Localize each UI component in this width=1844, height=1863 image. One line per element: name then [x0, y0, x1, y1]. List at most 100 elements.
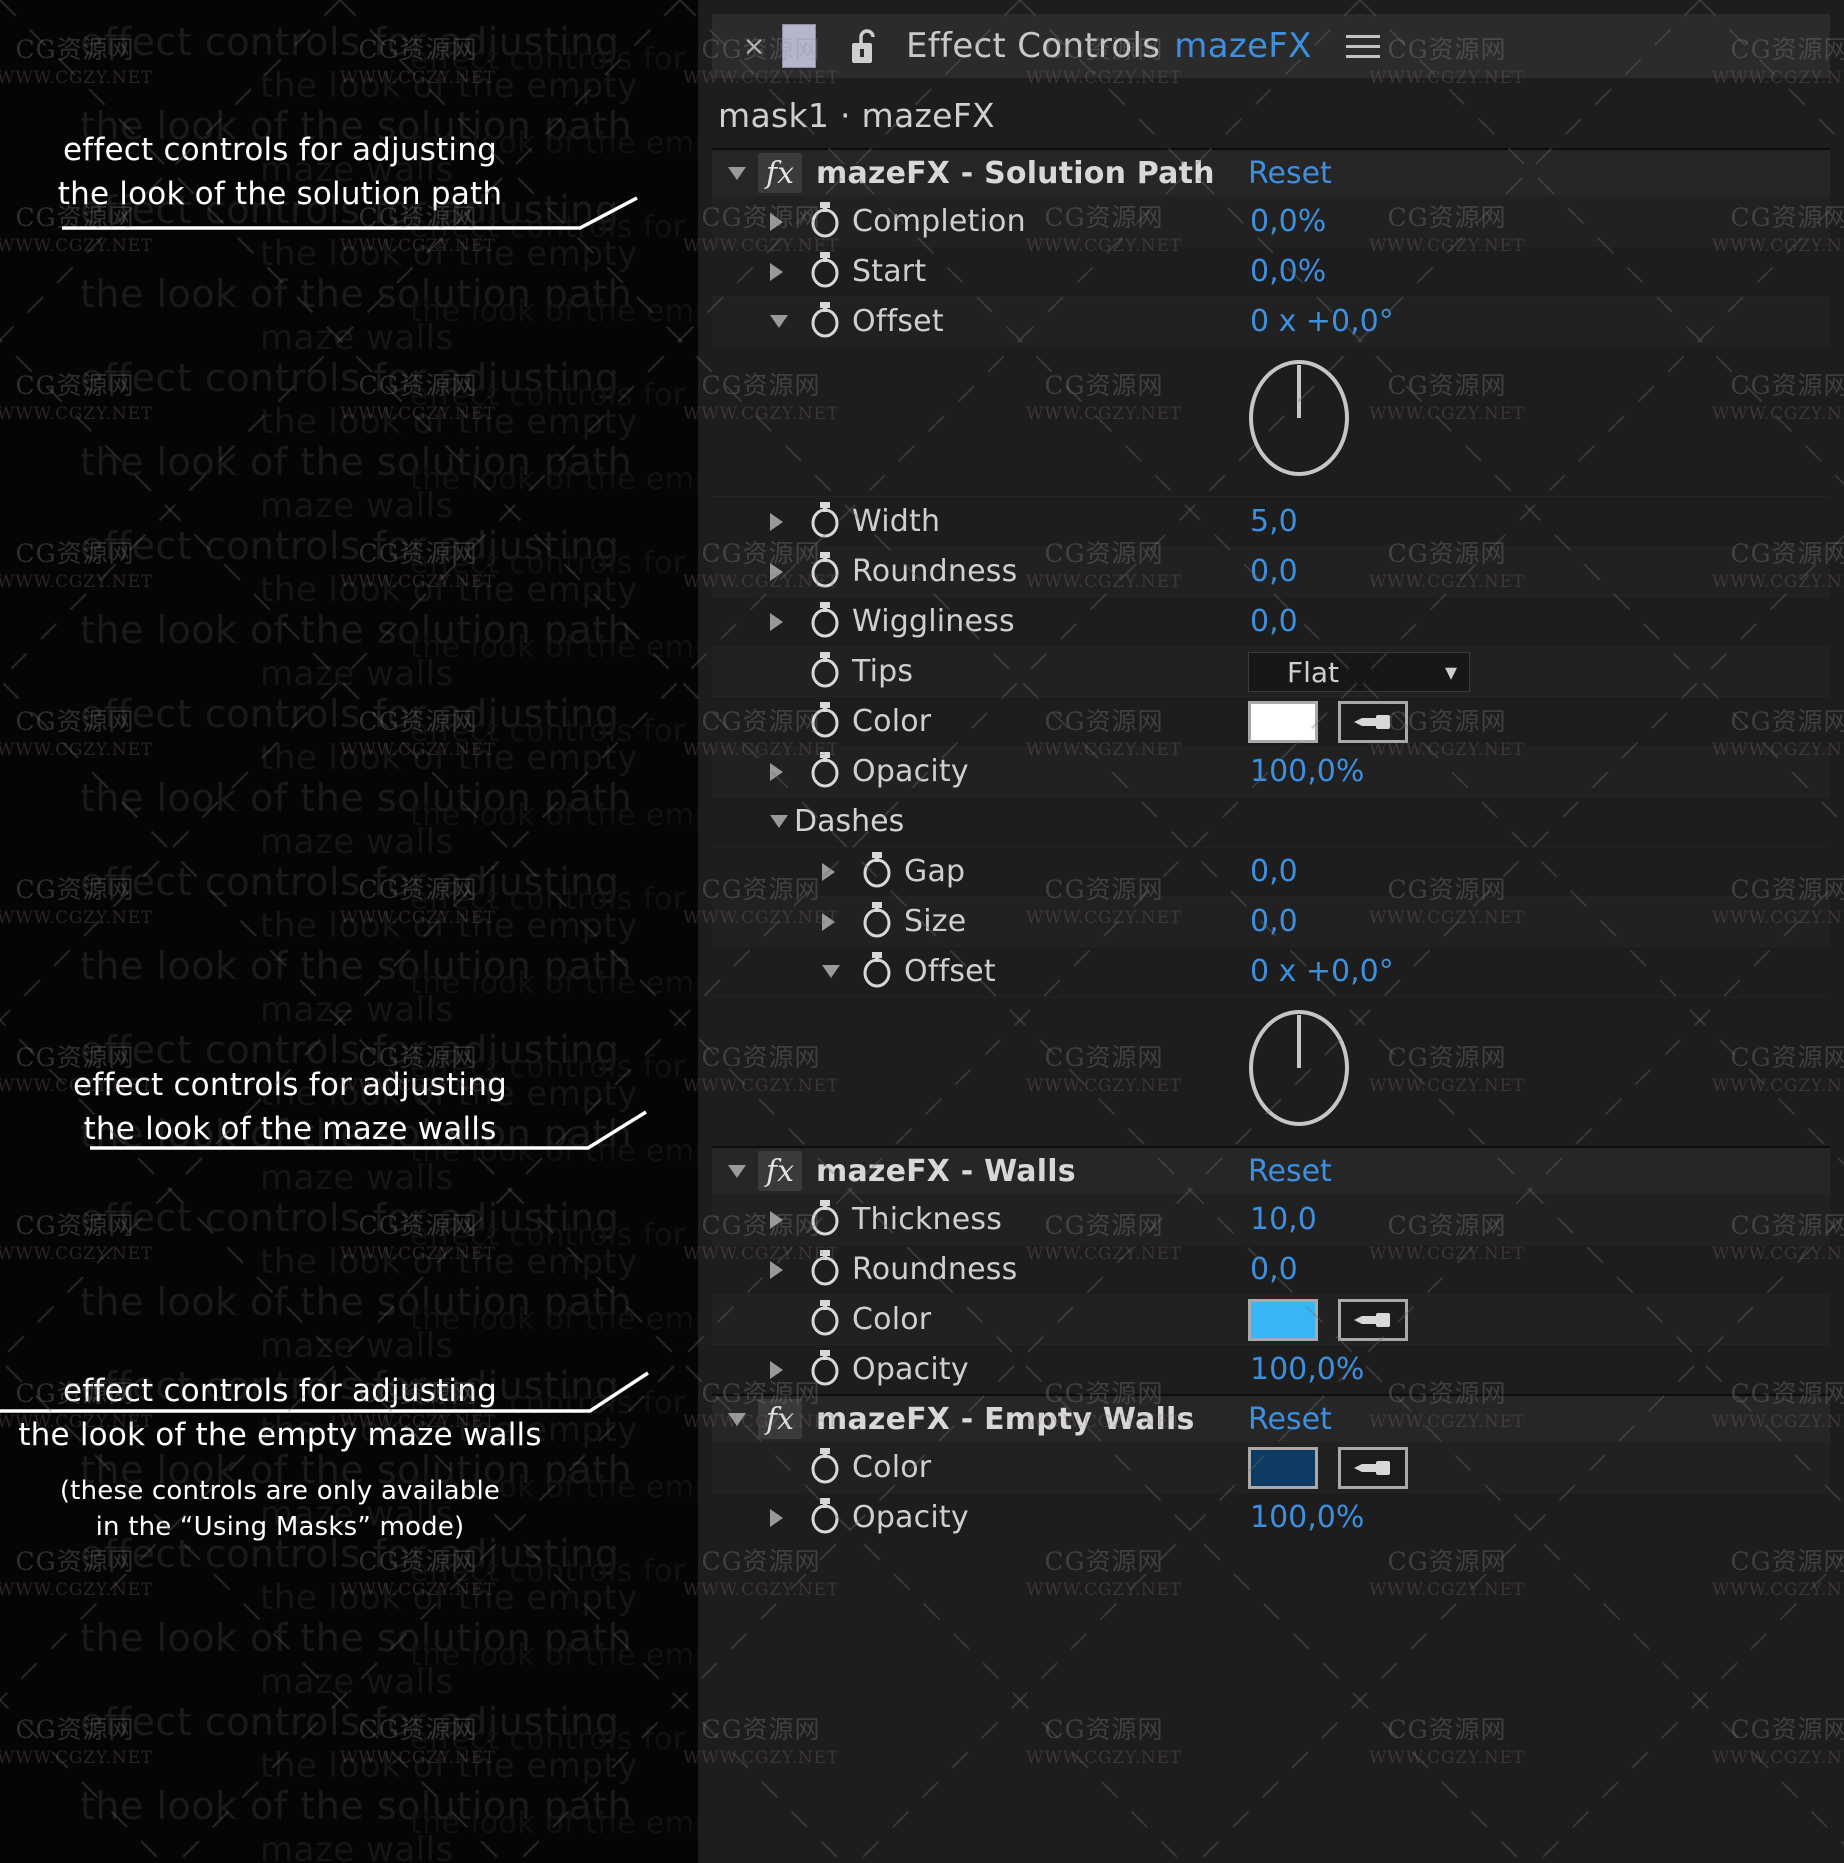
twirl-right-icon[interactable] — [770, 1508, 783, 1527]
property-row-offset[interactable]: Offset 0 x +0,0° — [712, 296, 1830, 346]
angle-dial[interactable] — [1246, 1007, 1352, 1129]
property-row-color[interactable]: Color — [712, 1294, 1830, 1344]
property-value[interactable]: 0,0 — [1250, 1252, 1298, 1287]
property-value[interactable]: 0,0% — [1250, 254, 1326, 289]
property-value[interactable]: 0,0% — [1250, 204, 1326, 239]
twirl-down-icon[interactable] — [822, 965, 840, 978]
property-value[interactable]: 0,0 — [1250, 554, 1298, 589]
property-row-start[interactable]: Start 0,0% — [712, 246, 1830, 296]
property-row-color[interactable]: Color — [712, 696, 1830, 746]
reset-button[interactable]: Reset — [1248, 1402, 1332, 1437]
stopwatch-icon[interactable] — [808, 1247, 842, 1292]
property-row-roundness[interactable]: Roundness 0,0 — [712, 546, 1830, 596]
twirl-right-icon[interactable] — [822, 912, 835, 931]
property-value[interactable]: 0,0 — [1250, 904, 1298, 939]
stopwatch-icon[interactable] — [860, 949, 894, 994]
close-icon[interactable]: × — [734, 31, 774, 62]
eyedropper-icon[interactable] — [1338, 701, 1408, 743]
twirl-down-icon[interactable] — [770, 815, 788, 828]
lock-open-icon[interactable] — [850, 27, 880, 65]
stopwatch-icon[interactable] — [808, 1197, 842, 1242]
effect-group-header[interactable]: fx mazeFX - Walls Reset — [712, 1146, 1830, 1194]
twirl-right-icon[interactable] — [822, 862, 835, 881]
twirl-right-icon[interactable] — [770, 212, 783, 231]
stopwatch-icon[interactable] — [808, 749, 842, 794]
stopwatch-icon[interactable] — [808, 649, 842, 694]
ghost-line: effect controls for adjusting — [410, 882, 698, 917]
twirl-right-icon[interactable] — [770, 512, 783, 531]
property-row-width[interactable]: Width 5,0 — [712, 496, 1830, 546]
twirl-right-icon[interactable] — [770, 1260, 783, 1279]
property-row-size[interactable]: Size 0,0 — [712, 896, 1830, 946]
eyedropper-icon[interactable] — [1338, 1447, 1408, 1489]
twirl-right-icon[interactable] — [770, 612, 783, 631]
property-label: Size — [904, 904, 967, 939]
ghost-line: the look of the empty — [410, 294, 698, 329]
effect-group-header[interactable]: fx mazeFX - Solution Path Reset — [712, 148, 1830, 196]
twirl-down-icon[interactable] — [728, 166, 746, 180]
property-row-opacity[interactable]: Opacity 100,0% — [712, 1344, 1830, 1394]
stopwatch-icon[interactable] — [808, 1297, 842, 1342]
property-label: Color — [852, 1450, 932, 1485]
stopwatch-icon[interactable] — [808, 199, 842, 244]
property-row-opacity[interactable]: Opacity 100,0% — [712, 1492, 1830, 1542]
property-row-offset[interactable]: Offset 0 x +0,0° — [712, 946, 1830, 996]
stopwatch-icon[interactable] — [808, 1347, 842, 1392]
property-value[interactable]: 100,0% — [1250, 1352, 1364, 1387]
stopwatch-icon[interactable] — [808, 1495, 842, 1540]
stopwatch-icon[interactable] — [808, 599, 842, 644]
property-row-thickness[interactable]: Thickness 10,0 — [712, 1194, 1830, 1244]
reset-button[interactable]: Reset — [1248, 1154, 1332, 1189]
property-row-wiggliness[interactable]: Wiggliness 0,0 — [712, 596, 1830, 646]
subgroup-header-dashes[interactable]: Dashes — [712, 796, 1830, 846]
effect-group-name: mazeFX - Walls — [816, 1153, 1076, 1189]
property-value[interactable]: 0 x +0,0° — [1250, 954, 1394, 989]
ghost-line: effect controls for adjusting — [410, 42, 698, 77]
effect-group-name: mazeFX - Empty Walls — [816, 1401, 1195, 1437]
property-row-opacity[interactable]: Opacity 100,0% — [712, 746, 1830, 796]
twirl-down-icon[interactable] — [728, 1164, 746, 1178]
tips-dropdown[interactable]: Flat ▾ — [1248, 652, 1470, 692]
stopwatch-icon[interactable] — [808, 549, 842, 594]
property-row-tips[interactable]: Tips Flat ▾ — [712, 646, 1830, 696]
reset-button[interactable]: Reset — [1248, 156, 1332, 191]
angle-dial[interactable] — [1246, 357, 1352, 479]
property-value[interactable]: 100,0% — [1250, 754, 1364, 789]
twirl-down-icon[interactable] — [728, 1412, 746, 1426]
twirl-down-icon[interactable] — [770, 315, 788, 328]
property-row-gap[interactable]: Gap 0,0 — [712, 846, 1830, 896]
property-value[interactable]: 5,0 — [1250, 504, 1298, 539]
eyedropper-icon[interactable] — [1338, 1299, 1408, 1341]
stopwatch-icon[interactable] — [808, 699, 842, 744]
breadcrumb: mask1 · mazeFX — [718, 96, 995, 135]
stopwatch-icon[interactable] — [808, 299, 842, 344]
stopwatch-icon[interactable] — [808, 249, 842, 294]
ghost-line: the look of the empty — [410, 1638, 698, 1673]
annotation-pane: effect controls for adjusting the look o… — [0, 0, 698, 1863]
property-row-completion[interactable]: Completion 0,0% — [712, 196, 1830, 246]
twirl-right-icon[interactable] — [770, 262, 783, 281]
color-swatch[interactable] — [1248, 1299, 1318, 1341]
twirl-right-icon[interactable] — [770, 562, 783, 581]
stopwatch-icon[interactable] — [860, 849, 894, 894]
property-row-roundness[interactable]: Roundness 0,0 — [712, 1244, 1830, 1294]
property-value[interactable]: 0 x +0,0° — [1250, 304, 1394, 339]
twirl-right-icon[interactable] — [770, 1360, 783, 1379]
twirl-right-icon[interactable] — [770, 1210, 783, 1229]
color-swatch[interactable] — [1248, 1447, 1318, 1489]
property-value[interactable]: 100,0% — [1250, 1500, 1364, 1535]
stopwatch-icon[interactable] — [860, 899, 894, 944]
ghost-line: effect controls for adjusting — [410, 378, 698, 413]
color-swatch[interactable] — [1248, 701, 1318, 743]
property-value[interactable]: 0,0 — [1250, 604, 1298, 639]
property-label: Wiggliness — [852, 604, 1015, 639]
stopwatch-icon[interactable] — [808, 499, 842, 544]
property-value[interactable]: 10,0 — [1250, 1202, 1317, 1237]
property-value[interactable]: 0,0 — [1250, 854, 1298, 889]
panel-title-text: Effect Controls — [906, 26, 1161, 66]
stopwatch-icon[interactable] — [808, 1445, 842, 1490]
hamburger-icon[interactable] — [1345, 34, 1380, 58]
property-row-color[interactable]: Color — [712, 1442, 1830, 1492]
effect-group-header[interactable]: fx mazeFX - Empty Walls Reset — [712, 1394, 1830, 1442]
twirl-right-icon[interactable] — [770, 762, 783, 781]
